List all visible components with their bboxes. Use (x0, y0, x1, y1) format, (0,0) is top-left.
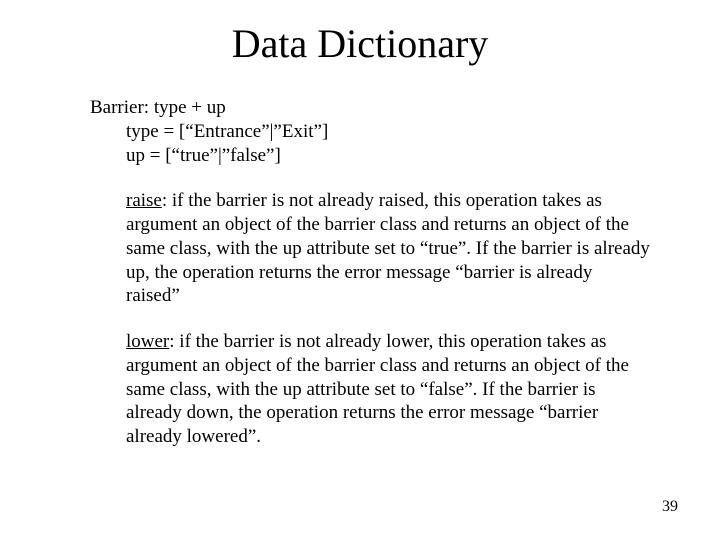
barrier-def-line: Barrier: type + up (90, 96, 650, 120)
lower-label: lower (126, 331, 169, 352)
up-def-line: up = [“true”|”false”] (126, 144, 650, 168)
lower-text: : if the barrier is not already lower, t… (126, 331, 629, 447)
raise-text: : if the barrier is not already raised, … (126, 190, 650, 306)
lower-paragraph: lower: if the barrier is not already low… (126, 330, 650, 449)
page-number: 39 (662, 498, 678, 516)
type-def-line: type = [“Entrance”|”Exit”] (126, 120, 650, 144)
raise-label: raise (126, 190, 162, 211)
slide: Data Dictionary Barrier: type + up type … (0, 0, 720, 540)
body-text: Barrier: type + up type = [“Entrance”|”E… (90, 96, 650, 449)
raise-paragraph: raise: if the barrier is not already rai… (126, 189, 650, 308)
page-title: Data Dictionary (0, 20, 720, 67)
